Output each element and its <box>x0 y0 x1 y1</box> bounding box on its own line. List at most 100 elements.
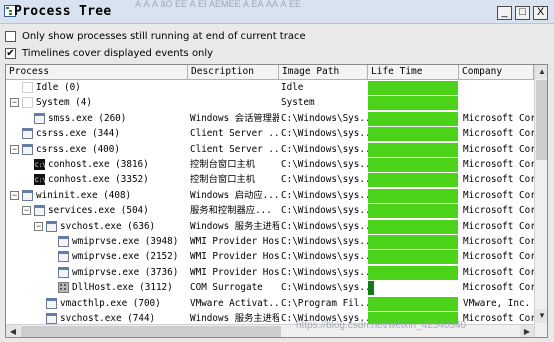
column-header-process[interactable]: Process <box>6 65 188 80</box>
process-description: WMI Provider Host <box>190 251 279 263</box>
process-name: csrss.exe (344) <box>36 128 120 140</box>
app-icon <box>22 128 33 140</box>
app-icon <box>22 143 33 155</box>
life-time-bar <box>368 281 375 296</box>
window-title: Process Tree <box>14 4 112 19</box>
scroll-down-arrow-icon[interactable]: ▼ <box>535 309 547 323</box>
option-running-at-end[interactable]: Only show processes still running at end… <box>5 28 306 44</box>
life-time-bar <box>368 204 458 219</box>
table-row[interactable]: vmacthlp.exe (700) VMware Activat... C:\Pr… <box>6 296 534 311</box>
process-company: Microsoft Corp. <box>463 251 534 263</box>
option-timelines-displayed[interactable]: ✔ Timelines cover displayed events only <box>5 45 213 61</box>
column-header-company[interactable]: Company <box>459 65 534 80</box>
life-time-cell <box>368 219 458 234</box>
collapse-toggle-icon[interactable]: − <box>22 206 31 216</box>
process-description: Windows 服务主进程 <box>190 313 279 324</box>
column-header-image-path[interactable]: Image Path <box>279 65 368 80</box>
blank-icon <box>22 82 33 93</box>
process-description: Windows 会话管理器 <box>190 112 279 124</box>
process-image-path: C:\Windows\sys... <box>281 236 368 247</box>
scroll-right-arrow-icon[interactable]: ▶ <box>520 325 534 337</box>
table-row[interactable]: − csrss.exe (400) Client Server ... C:\Wind… <box>6 142 534 157</box>
process-company: Microsoft Corp. <box>463 266 534 278</box>
vertical-scroll-thumb[interactable] <box>536 80 547 160</box>
column-header-description[interactable]: Description <box>188 65 279 80</box>
life-time-cell <box>368 157 458 172</box>
process-image-path: C:\Windows\sys... <box>281 205 368 217</box>
process-description: WMI Provider Host <box>190 236 279 247</box>
column-header-life-time[interactable]: Life Time <box>368 65 459 80</box>
titlebar-glimpse: Ä Ä Ä ãÒ ÉË Ä ÉÎ ÄEMÉÉ Ä ËÃ ÂÃ Ä ÈÉ <box>135 0 302 8</box>
app-icon <box>58 251 69 263</box>
life-time-cell <box>368 296 458 311</box>
process-company: Microsoft Corp. <box>463 236 534 247</box>
table-row[interactable]: smss.exe (260) Windows 会话管理器 C:\Windows\Sy… <box>6 111 534 126</box>
table-row[interactable]: wmiprvse.exe (2152) WMI Provider Host C:\W… <box>6 249 534 265</box>
process-image-path: C:\Windows\Sys... <box>281 112 368 124</box>
life-time-cell <box>368 280 458 296</box>
table-row[interactable]: − System (4) System <box>6 95 534 111</box>
process-tree-grid[interactable]: Process Description Image Path Life Time… <box>5 64 548 338</box>
process-company <box>461 95 534 110</box>
process-name: svchost.exe (636) <box>60 220 156 232</box>
table-row[interactable]: − services.exe (504) 服务和控制器应... C:\Windows\… <box>6 203 534 219</box>
process-rows: Idle (0) Idle − System (4) System smss.exe (2… <box>6 80 534 325</box>
svg-text:C:\: C:\ <box>35 177 45 184</box>
running-at-end-label: Only show processes still running at end… <box>22 30 306 42</box>
life-time-cell <box>368 126 458 142</box>
process-company: Microsoft Corp. <box>463 205 534 217</box>
process-description: Windows 服务主进程 <box>190 220 279 232</box>
table-row[interactable]: Idle (0) Idle <box>6 80 534 95</box>
process-name: wmiprvse.exe (2152) <box>72 251 179 263</box>
process-image-path: C:\Windows\sys... <box>281 266 368 278</box>
life-time-bar <box>368 81 458 95</box>
process-company: VMware, Inc. <box>463 297 531 309</box>
timelines-displayed-checkbox[interactable]: ✔ <box>5 47 16 59</box>
process-company: Microsoft Corp. <box>463 174 534 186</box>
process-name: DllHost.exe (3112) <box>72 282 173 294</box>
life-time-bar <box>368 219 458 234</box>
console-icon: C:\ <box>34 159 45 170</box>
life-time-cell <box>368 188 458 203</box>
process-name: conhost.exe (3816) <box>48 159 149 170</box>
table-row[interactable]: − wininit.exe (408) Windows 启动应... C:\Windo… <box>6 188 534 203</box>
process-name: services.exe (504) <box>48 205 149 217</box>
process-company <box>461 80 534 95</box>
process-name: wmiprvse.exe (3736) <box>72 266 179 278</box>
app-icon <box>46 297 57 309</box>
collapse-toggle-icon[interactable]: − <box>10 98 19 108</box>
minimize-button[interactable]: _ <box>497 6 512 20</box>
table-row[interactable]: csrss.exe (344) Client Server ... C:\Windo… <box>6 126 534 142</box>
table-row[interactable]: wmiprvse.exe (3948) WMI Provider Host C:\W… <box>6 234 534 249</box>
dll-icon <box>58 282 69 294</box>
process-name: conhost.exe (3352) <box>48 174 149 186</box>
process-image-path: C:\Windows\sys... <box>281 159 368 170</box>
life-time-bar <box>368 296 458 311</box>
collapse-toggle-icon[interactable]: − <box>10 144 19 154</box>
process-name: svchost.exe (744) <box>60 313 156 324</box>
table-row[interactable]: C:\ conhost.exe (3352) 控制台窗口主机 C:\Windows\s… <box>6 172 534 188</box>
scroll-up-arrow-icon[interactable]: ▲ <box>535 65 547 79</box>
collapse-toggle-icon[interactable]: − <box>34 221 43 231</box>
scroll-left-arrow-icon[interactable]: ◀ <box>6 325 20 337</box>
process-description: 服务和控制器应... <box>190 205 272 217</box>
table-row[interactable]: − svchost.exe (636) Windows 服务主进程 C:\Window… <box>6 219 534 234</box>
process-image-path: Idle <box>281 82 304 93</box>
process-name: System (4) <box>36 97 92 109</box>
maximize-button[interactable]: □ <box>515 6 530 20</box>
collapse-toggle-icon[interactable]: − <box>10 190 19 200</box>
horizontal-scroll-thumb[interactable] <box>21 326 281 337</box>
table-row[interactable]: DllHost.exe (3112) COM Surrogate C:\Window… <box>6 280 534 296</box>
process-image-path: C:\Windows\sys... <box>281 220 368 232</box>
process-description: WMI Provider Host <box>190 266 279 278</box>
close-button[interactable]: X <box>533 6 548 20</box>
process-image-path: C:\Windows\sys... <box>281 251 368 263</box>
table-row[interactable]: wmiprvse.exe (3736) WMI Provider Host C:\W… <box>6 265 534 280</box>
vertical-scrollbar[interactable]: ▲ ▼ <box>534 65 547 337</box>
process-name: vmacthlp.exe (700) <box>60 297 161 309</box>
process-company: Microsoft Corp. <box>463 189 534 201</box>
running-at-end-checkbox[interactable] <box>5 30 16 42</box>
process-name: smss.exe (260) <box>48 112 127 124</box>
life-time-bar <box>368 265 458 280</box>
table-row[interactable]: C:\ conhost.exe (3816) 控制台窗口主机 C:\Windows\s… <box>6 157 534 172</box>
